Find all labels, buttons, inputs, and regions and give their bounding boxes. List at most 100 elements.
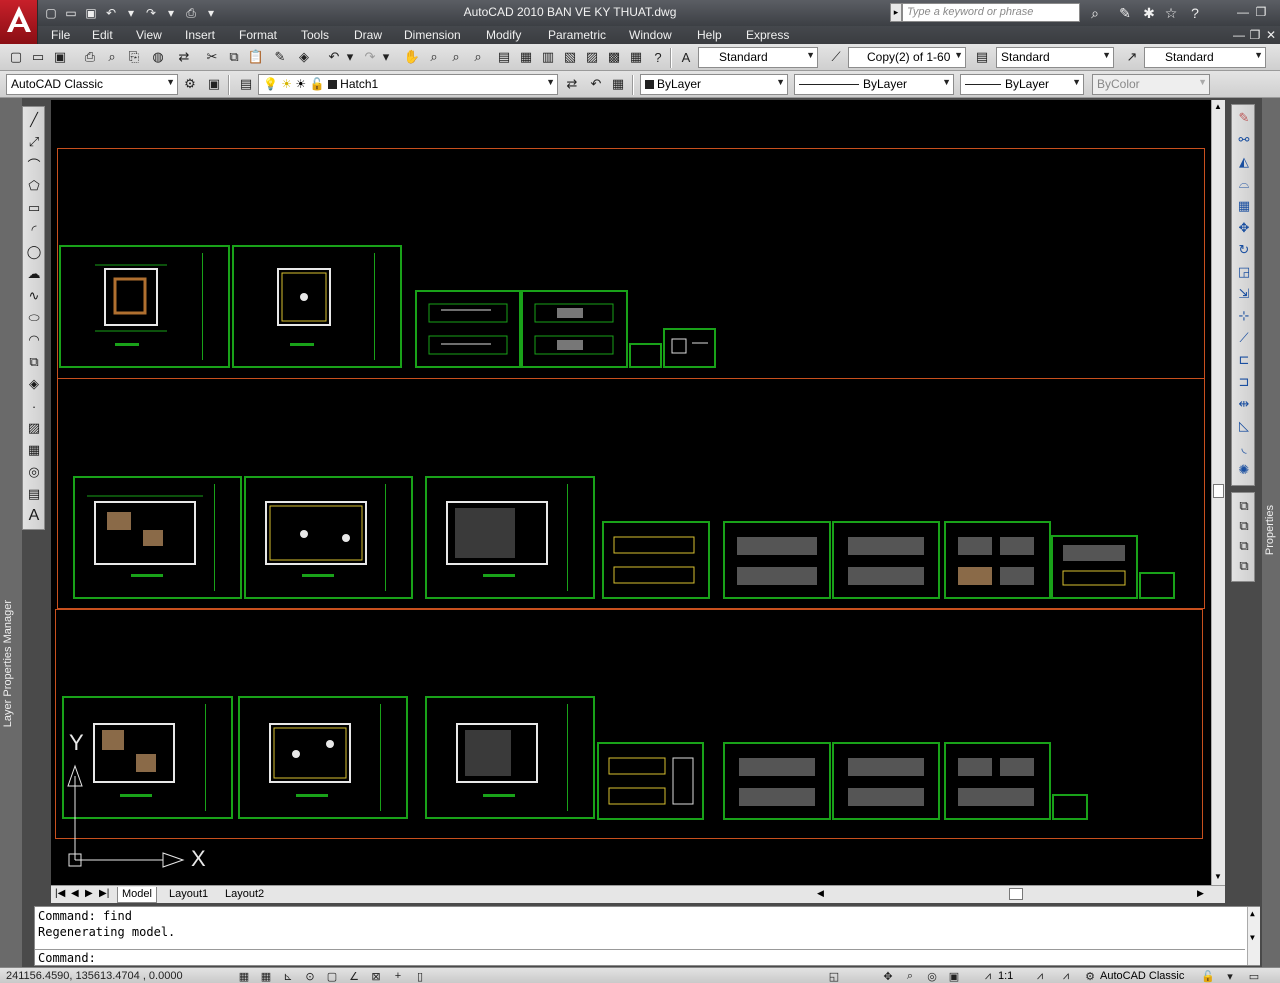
circle-icon[interactable]: ◯: [25, 243, 43, 261]
vertical-scrollbar[interactable]: ▲ ▼: [1211, 100, 1225, 885]
layer-states-icon[interactable]: ▦: [608, 74, 628, 94]
menu-draw[interactable]: Draw: [354, 28, 382, 42]
drawing-sheet[interactable]: [832, 521, 940, 599]
calculator-icon[interactable]: ▦: [626, 47, 646, 67]
object-snap-tracking-icon[interactable]: ∠: [346, 969, 362, 983]
open-icon[interactable]: ▭: [28, 47, 48, 67]
vertical-scroll-thumb[interactable]: [1213, 484, 1224, 498]
command-scrollbar[interactable]: ▲ ▼: [1247, 907, 1260, 965]
workspace-switching-icon[interactable]: ⚙: [1082, 969, 1098, 983]
match-properties-icon[interactable]: ✎: [270, 47, 290, 67]
drawing-sheet[interactable]: [723, 521, 831, 599]
extend-icon[interactable]: ⟋: [1235, 329, 1253, 347]
scale-icon[interactable]: ◲: [1235, 263, 1253, 281]
spline-icon[interactable]: ∿: [25, 287, 43, 305]
menu-insert[interactable]: Insert: [185, 28, 215, 42]
3d-dwf-icon[interactable]: ◍: [148, 47, 168, 67]
scroll-down-icon[interactable]: ▼: [1250, 933, 1255, 942]
scroll-up-icon[interactable]: ▲: [1214, 102, 1222, 111]
menu-modify[interactable]: Modify: [486, 28, 521, 42]
copy-icon[interactable]: ⧉: [224, 47, 244, 67]
layer-select[interactable]: 💡 ☀ ☀ 🔓 Hatch1 ▼: [258, 74, 558, 95]
mirror-icon[interactable]: ◭: [1235, 153, 1253, 171]
fillet-icon[interactable]: ◟: [1235, 439, 1253, 457]
stretch-icon[interactable]: ⇲: [1235, 285, 1253, 303]
copy-object-icon[interactable]: ⚯: [1235, 131, 1253, 149]
drawing-sheet[interactable]: [238, 696, 408, 819]
color-control-select[interactable]: ByLayer ▼: [640, 74, 788, 95]
drawing-sheet[interactable]: [597, 742, 704, 820]
ellipse-icon[interactable]: ⬭: [25, 309, 43, 327]
undo-dropdown-icon[interactable]: ▾: [340, 47, 360, 67]
next-tab-icon[interactable]: ▶: [85, 888, 93, 899]
block-editor-icon[interactable]: ◈: [294, 47, 314, 67]
menu-help[interactable]: Help: [697, 28, 722, 42]
point-icon[interactable]: ·: [25, 397, 43, 415]
chamfer-icon[interactable]: ◺: [1235, 417, 1253, 435]
paste-icon[interactable]: 📋: [246, 47, 266, 67]
gradient-icon[interactable]: ▦: [25, 441, 43, 459]
zoom-window-icon[interactable]: ⌕: [446, 47, 466, 67]
help-icon[interactable]: ?: [1186, 4, 1204, 22]
drawing-sheet[interactable]: [723, 742, 831, 820]
drawing-sheet[interactable]: [232, 245, 402, 368]
workspace-save-icon[interactable]: ▣: [204, 74, 224, 94]
offset-icon[interactable]: ⌓: [1235, 175, 1253, 193]
lineweight-control-select[interactable]: ByLayer ▼: [960, 74, 1084, 95]
drawing-sheet[interactable]: [73, 476, 242, 599]
menu-express[interactable]: Express: [746, 28, 789, 42]
annotation-visibility-icon[interactable]: ⩘: [1032, 969, 1048, 983]
application-menu-button[interactable]: [0, 0, 38, 44]
plot-style-select[interactable]: ByColor ▼: [1092, 74, 1210, 95]
search-expand-icon[interactable]: ▸: [890, 3, 902, 22]
make-current-layer-icon[interactable]: ⇄: [562, 74, 582, 94]
tab-layout2[interactable]: Layout2: [221, 887, 268, 903]
table-icon[interactable]: ▤: [25, 485, 43, 503]
steering-wheel-icon[interactable]: ◎: [924, 969, 940, 983]
menu-dimension[interactable]: Dimension: [404, 28, 461, 42]
table-style-icon[interactable]: ▤: [972, 47, 992, 67]
multileader-style-icon[interactable]: ↗: [1122, 47, 1142, 67]
drawing-sheet-small[interactable]: [629, 343, 662, 368]
drawing-sheet[interactable]: [415, 290, 521, 368]
scroll-down-icon[interactable]: ▼: [1214, 872, 1222, 881]
horizontal-scroll-thumb[interactable]: [1009, 888, 1023, 900]
construction-line-icon[interactable]: ⤢: [25, 133, 43, 151]
menu-edit[interactable]: Edit: [92, 28, 113, 42]
plot-icon[interactable]: ⎙: [80, 47, 100, 67]
command-prompt[interactable]: Command:: [38, 951, 96, 965]
snap-mode-icon[interactable]: ▦: [236, 969, 252, 983]
text-style-icon[interactable]: A: [676, 47, 696, 67]
restore-icon[interactable]: ❐: [1252, 4, 1270, 20]
multileader-style-select[interactable]: Standard ▼: [1144, 47, 1266, 68]
undo-icon[interactable]: ↶: [102, 4, 120, 22]
redo-dropdown-icon[interactable]: ▾: [376, 47, 396, 67]
drawing-sheet-small[interactable]: [1052, 794, 1088, 820]
tool-palettes-icon[interactable]: ▥: [538, 47, 558, 67]
object-snap-icon[interactable]: ▢: [324, 969, 340, 983]
drawing-sheet[interactable]: [425, 476, 595, 599]
explode-icon[interactable]: ✺: [1235, 461, 1253, 479]
doc-close-icon[interactable]: ✕: [1262, 27, 1280, 43]
line-icon[interactable]: ╱: [25, 111, 43, 129]
trim-icon[interactable]: ⊹: [1235, 307, 1253, 325]
workspace-select[interactable]: AutoCAD Classic ▼: [6, 74, 178, 95]
polyline-icon[interactable]: ⌒: [25, 155, 43, 173]
menu-format[interactable]: Format: [239, 28, 277, 42]
auto-scale-icon[interactable]: ⩘: [1058, 969, 1074, 983]
design-center-icon[interactable]: ▦: [516, 47, 536, 67]
menu-tools[interactable]: Tools: [301, 28, 329, 42]
help-icon[interactable]: ?: [648, 47, 668, 67]
multiline-text-icon[interactable]: A: [25, 507, 43, 525]
lock-icon[interactable]: 🔓: [1200, 969, 1216, 983]
pan-icon[interactable]: ✥: [880, 969, 896, 983]
drawing-sheet[interactable]: [521, 290, 628, 368]
region-icon[interactable]: ◎: [25, 463, 43, 481]
grid-display-icon[interactable]: ▦: [258, 969, 274, 983]
prev-tab-icon[interactable]: ◀: [71, 888, 79, 899]
layer-properties-icon[interactable]: ▤: [236, 74, 256, 94]
binoculars-icon[interactable]: ⌕: [1086, 4, 1104, 22]
layer-previous-icon[interactable]: ↶: [586, 74, 606, 94]
markup-icon[interactable]: ▨: [582, 47, 602, 67]
workspace-settings-icon[interactable]: ⚙: [180, 74, 200, 94]
